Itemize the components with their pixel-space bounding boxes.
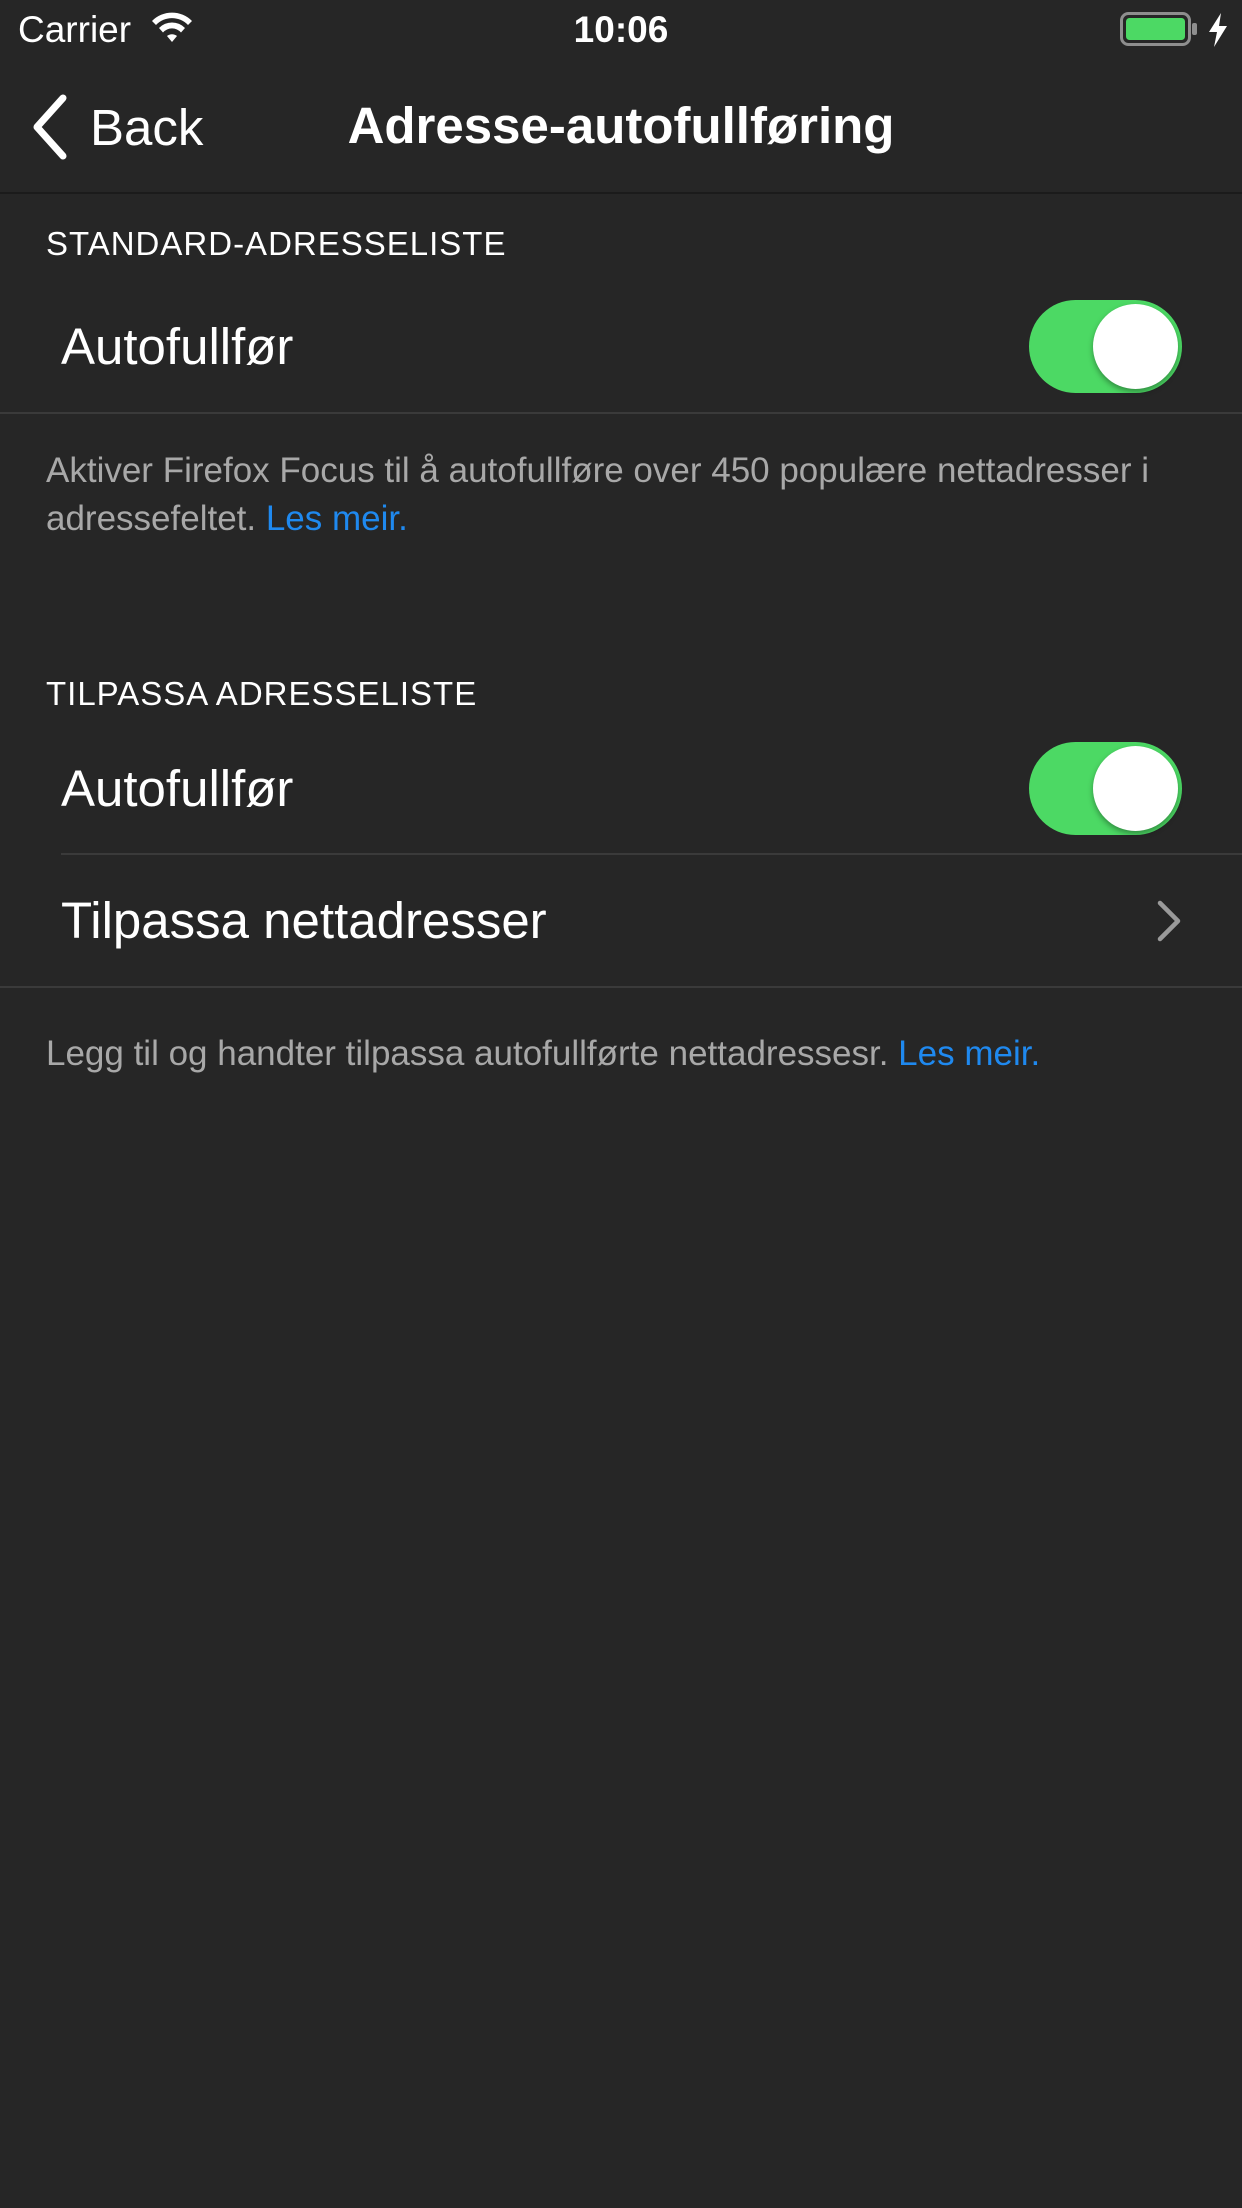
divider <box>0 412 1242 414</box>
navigation-bar: Back Adresse-autofullføring <box>0 60 1242 194</box>
charging-bolt-icon <box>1209 13 1227 47</box>
default-list-footer-text: Aktiver Firefox Focus til å autofullføre… <box>46 451 1149 538</box>
default-autocomplete-label: Autofullfør <box>61 318 294 375</box>
row-custom-autocomplete: Autofullfør <box>0 724 1242 854</box>
toggle-knob <box>1093 746 1178 831</box>
custom-autocomplete-label: Autofullfør <box>61 760 294 817</box>
divider <box>0 986 1242 988</box>
custom-autocomplete-toggle[interactable] <box>1029 742 1182 835</box>
divider <box>61 853 1242 855</box>
battery-icon <box>1120 12 1197 46</box>
clock: 10:06 <box>573 9 669 50</box>
default-list-learn-more-link[interactable]: Les meir. <box>266 499 408 538</box>
row-default-autocomplete: Autofullfør <box>0 282 1242 412</box>
custom-list-footer-text: Legg til og handter tilpassa autofullfør… <box>46 1034 899 1073</box>
row-custom-urls[interactable]: Tilpassa nettadresser <box>0 856 1242 986</box>
chevron-right-icon <box>1157 900 1181 942</box>
section-header-custom-list: TILPASSA ADRESSELISTE <box>46 675 478 712</box>
status-bar: Carrier 10:06 <box>0 0 1242 60</box>
page-title: Adresse-autofullføring <box>347 97 895 154</box>
custom-list-learn-more-link[interactable]: Les meir. <box>898 1034 1040 1073</box>
custom-list-footer: Legg til og handter tilpassa autofullfør… <box>46 1030 1196 1078</box>
custom-urls-label: Tilpassa nettadresser <box>61 892 547 949</box>
default-autocomplete-toggle[interactable] <box>1029 300 1182 393</box>
toggle-knob <box>1093 304 1178 389</box>
default-list-footer: Aktiver Firefox Focus til å autofullføre… <box>46 447 1196 543</box>
section-header-default-list: STANDARD-ADRESSELISTE <box>46 225 507 262</box>
